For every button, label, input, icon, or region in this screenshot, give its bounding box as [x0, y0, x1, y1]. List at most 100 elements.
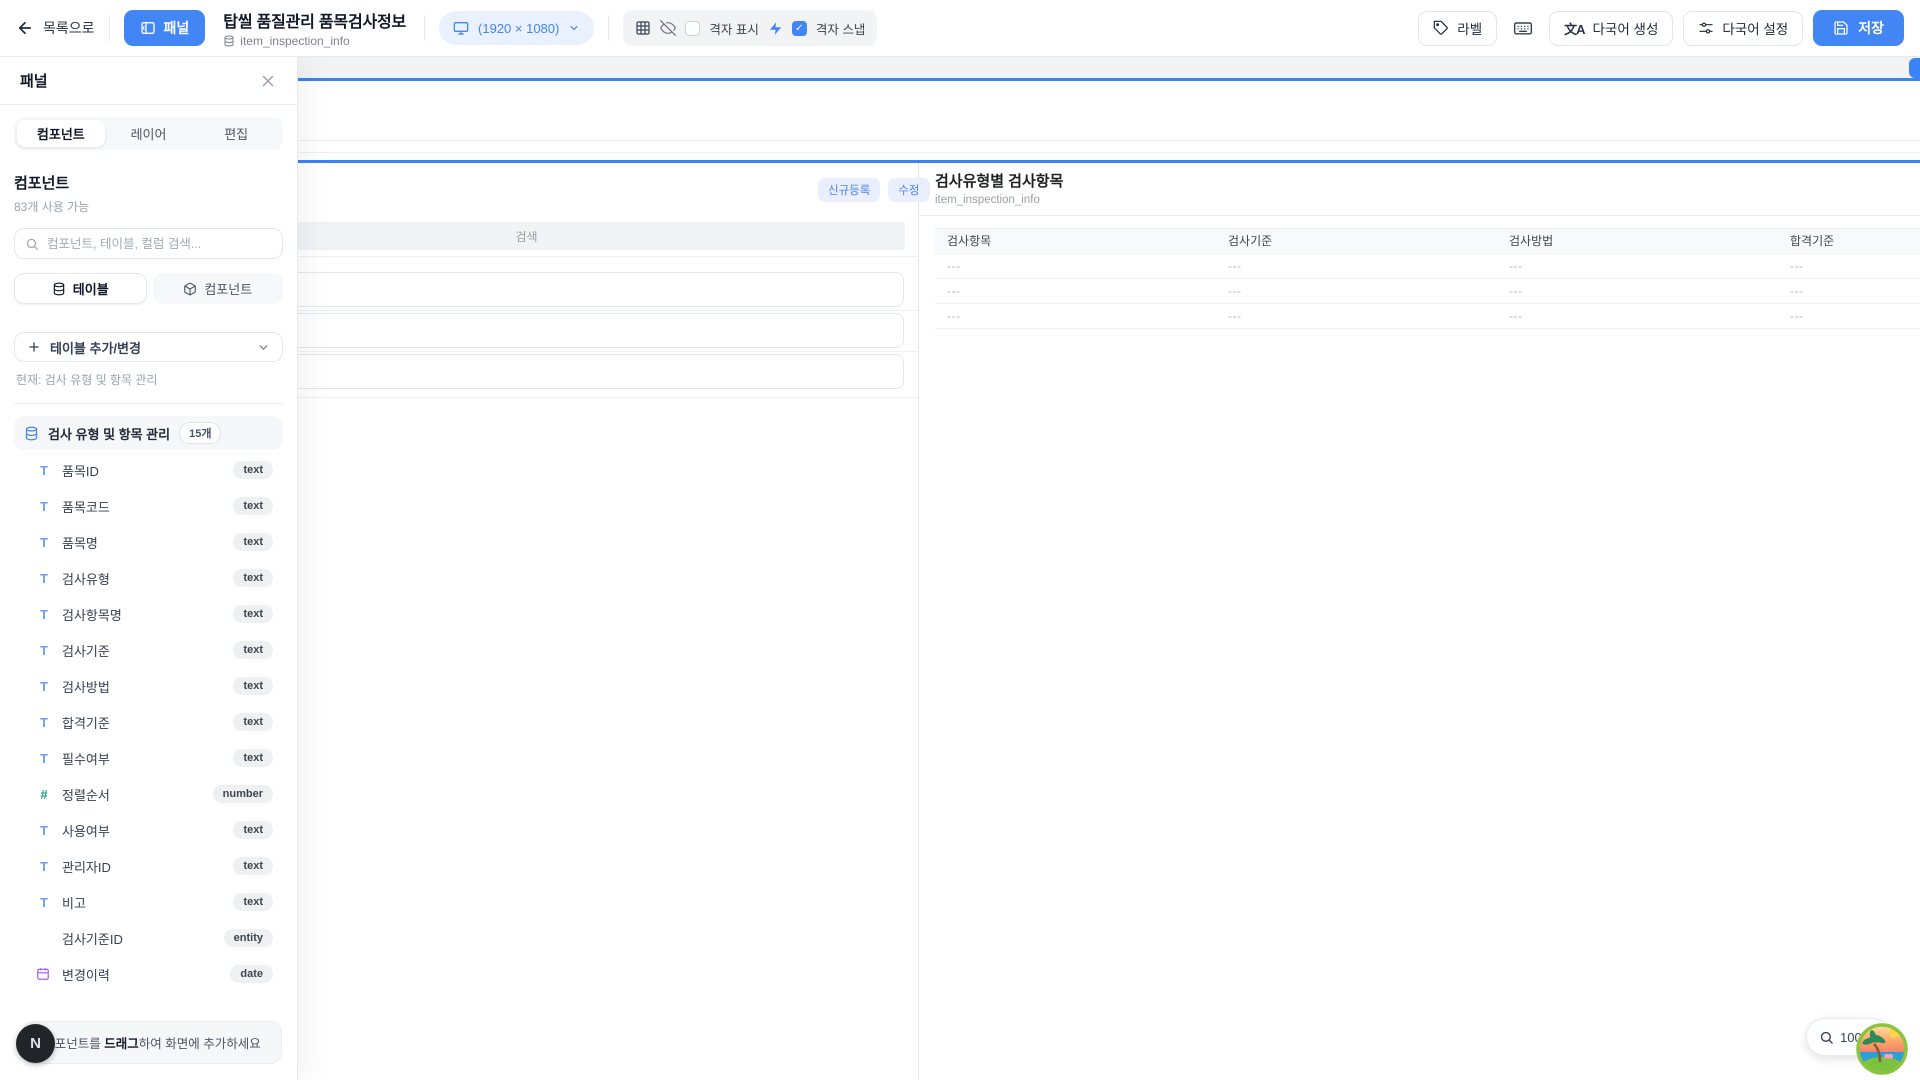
panel-toggle-label: 패널 — [164, 18, 190, 38]
table-cell: --- — [1778, 304, 1920, 328]
back-label: 목록으로 — [43, 18, 95, 38]
table-row[interactable]: --- --- --- --- — [935, 279, 1920, 304]
text-field-icon: T — [36, 643, 52, 658]
field-type-badge: text — [233, 677, 273, 695]
i18n-generate-text: 다국어 생성 — [1593, 18, 1659, 38]
register-badge[interactable]: 신규등록 — [818, 178, 880, 202]
table-cell: --- — [1778, 254, 1920, 278]
field-row[interactable]: T 검사유형 text — [14, 560, 283, 596]
table-row[interactable]: --- --- --- --- — [935, 304, 1920, 329]
current-table-label: 현재: 검사 유형 및 항목 관리 — [16, 371, 281, 388]
field-list: T 품목ID text T 품목코드 text T 품목명 text T 검사유… — [14, 452, 283, 992]
table-header-row: 검사항목 검사기준 검사방법 합격기준 — [935, 228, 1920, 254]
field-type-badge: text — [233, 533, 273, 551]
check-icon: ✓ — [795, 23, 803, 34]
source-component-button[interactable]: 컴포넌트 — [153, 273, 284, 304]
database-icon — [223, 35, 235, 47]
field-type-badge: text — [233, 461, 273, 479]
back-to-list-button[interactable]: 목록으로 — [16, 18, 95, 38]
grid-controls: 격자 표시 ✓ 격자 스냅 — [623, 10, 877, 46]
column-header[interactable]: 검사기준 — [1216, 229, 1497, 253]
column-header[interactable]: 검사항목 — [935, 229, 1216, 253]
divider — [608, 15, 609, 41]
grid-show-label: 격자 표시 — [709, 19, 758, 38]
table-cell: --- — [1216, 279, 1497, 303]
number-field-icon: # — [36, 787, 52, 802]
field-type-badge: text — [233, 857, 273, 875]
table-cell: --- — [1216, 254, 1497, 278]
label-button[interactable]: 라벨 — [1418, 11, 1497, 46]
field-name: 정렬순서 — [62, 785, 203, 804]
add-table-dropdown[interactable]: 테이블 추가/변경 — [14, 332, 283, 362]
field-row[interactable]: T 품목명 text — [14, 524, 283, 560]
table-group-header[interactable]: 검사 유형 및 항목 관리 15개 — [14, 416, 283, 450]
grid-snap-checkbox[interactable]: ✓ — [792, 21, 807, 36]
field-name: 변경이력 — [62, 965, 220, 984]
search-input[interactable] — [47, 237, 272, 251]
text-field-icon: T — [36, 499, 52, 514]
tab-components[interactable]: 컴포넌트 — [17, 120, 105, 147]
field-row[interactable]: T 합격기준 text — [14, 704, 283, 740]
database-icon — [24, 426, 39, 441]
tab-edit[interactable]: 편집 — [192, 120, 280, 147]
panel-toggle-button[interactable]: 패널 — [124, 10, 206, 46]
save-icon — [1833, 20, 1849, 36]
i18n-settings-text: 다국어 설정 — [1722, 18, 1788, 38]
text-field-icon: T — [36, 823, 52, 838]
resolution-value: (1920 × 1080) — [478, 21, 559, 36]
page-title: 탑씰 품질관리 품목검사정보 — [223, 8, 406, 32]
field-name: 비고 — [62, 893, 223, 912]
field-row[interactable]: T 사용여부 text — [14, 812, 283, 848]
text-field-icon: T — [36, 535, 52, 550]
field-row[interactable]: T 검사기준 text — [14, 632, 283, 668]
grid-show-checkbox[interactable] — [685, 21, 700, 36]
table-row[interactable]: --- --- --- --- — [935, 254, 1920, 279]
text-field-icon: T — [36, 715, 52, 730]
field-row[interactable]: 변경이력 date — [14, 956, 283, 992]
field-type-badge: text — [233, 569, 273, 587]
lightning-icon — [768, 21, 783, 36]
column-header[interactable]: 합격기준 — [1778, 229, 1920, 253]
field-row[interactable]: T 검사항목명 text — [14, 596, 283, 632]
table-card-subtitle: item_inspection_info — [935, 194, 1040, 206]
row-drag-handle[interactable] — [1909, 58, 1920, 78]
field-row[interactable]: T 비고 text — [14, 884, 283, 920]
table-card-title: 검사유형별 검사항목 — [935, 170, 1063, 191]
text-field-icon: T — [36, 751, 52, 766]
panel-footer: 컴포넌트를 드래그하여 화면에 추가하세요 N — [0, 1006, 297, 1080]
app-header: 목록으로 패널 탑씰 품질관리 품목검사정보 item_inspection_i… — [0, 0, 1920, 57]
field-row[interactable]: T 품목ID text — [14, 452, 283, 488]
close-icon[interactable] — [259, 72, 277, 90]
page-subtitle: item_inspection_info — [240, 34, 349, 48]
eye-off-icon — [660, 20, 676, 36]
field-row[interactable]: T 관리자ID text — [14, 848, 283, 884]
table-group-name: 검사 유형 및 항목 관리 — [48, 424, 170, 443]
monitor-icon — [453, 20, 469, 36]
field-name: 품목명 — [62, 533, 223, 552]
resolution-selector[interactable]: (1920 × 1080) — [439, 11, 594, 45]
field-row[interactable]: T 필수여부 text — [14, 740, 283, 776]
field-type-badge: number — [213, 785, 273, 803]
field-row[interactable]: T 품목코드 text — [14, 488, 283, 524]
column-header[interactable]: 검사방법 — [1497, 229, 1778, 253]
tab-layers[interactable]: 레이어 — [105, 120, 193, 147]
i18n-generate-button[interactable]: 文A 다국어 생성 — [1549, 11, 1673, 46]
keyboard-icon[interactable] — [1507, 12, 1539, 44]
field-type-badge: date — [230, 965, 273, 983]
field-name: 검사기준 — [62, 641, 223, 660]
field-row[interactable]: 검사기준ID entity — [14, 920, 283, 956]
database-icon — [52, 282, 66, 296]
field-name: 관리자ID — [62, 857, 223, 876]
save-button[interactable]: 저장 — [1813, 10, 1904, 46]
i18n-settings-button[interactable]: 다국어 설정 — [1683, 11, 1803, 46]
edit-badge[interactable]: 수정 — [888, 178, 929, 202]
table-cell: --- — [1216, 304, 1497, 328]
source-table-button[interactable]: 테이블 — [14, 273, 147, 304]
panel-tabs: 컴포넌트 레이어 편집 — [14, 117, 283, 150]
source-switch: 테이블 컴포넌트 — [14, 273, 283, 304]
field-row[interactable]: T 검사방법 text — [14, 668, 283, 704]
source-component-label: 컴포넌트 — [204, 279, 252, 298]
search-section-label: 검색 — [515, 228, 537, 245]
field-row[interactable]: # 정렬순서 number — [14, 776, 283, 812]
field-name: 합격기준 — [62, 713, 223, 732]
